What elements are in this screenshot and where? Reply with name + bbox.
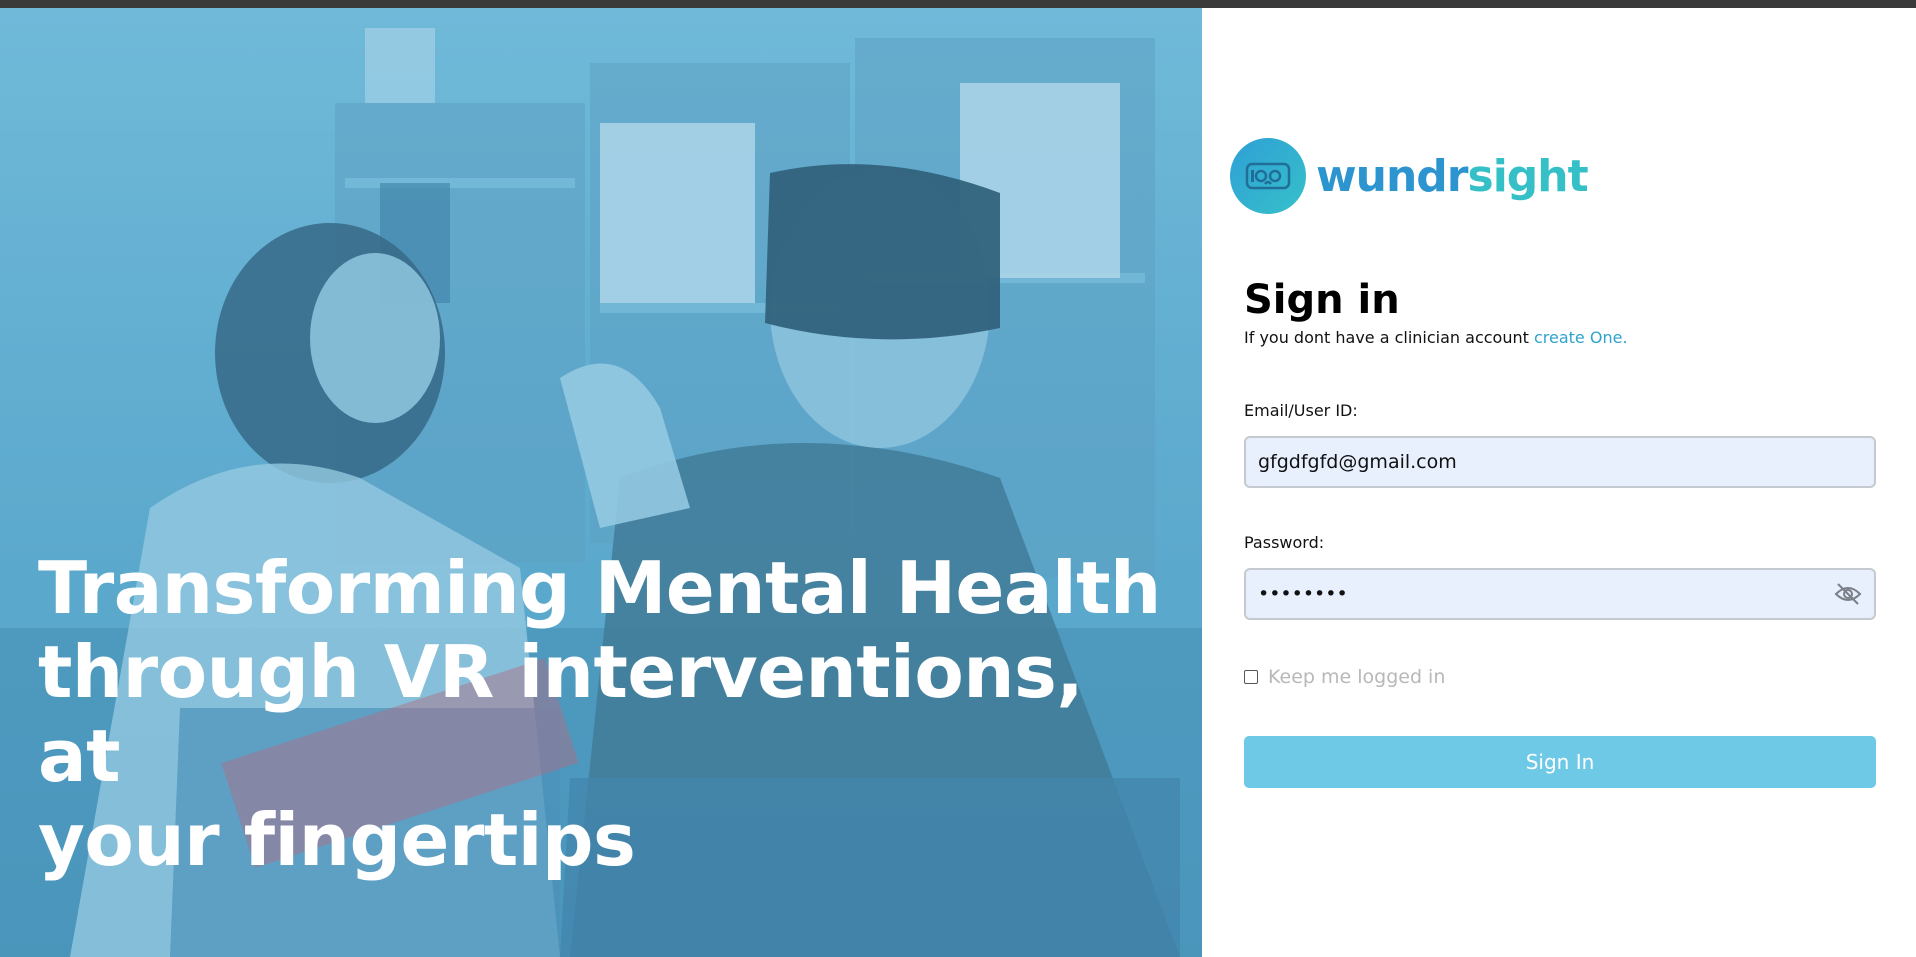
keep-logged-in-checkbox[interactable] (1244, 670, 1258, 684)
brand-logo: wundrsight (1230, 138, 1589, 214)
sign-in-form: Sign in If you dont have a clinician acc… (1244, 276, 1876, 788)
vr-headset-icon (1230, 138, 1306, 214)
brand-name: wundrsight (1316, 150, 1589, 202)
hero-panel: Transforming Mental Health through VR in… (0, 8, 1202, 957)
email-field-wrapper (1244, 436, 1876, 488)
password-label: Password: (1244, 533, 1325, 552)
sign-in-subtitle: If you dont have a clinician account cre… (1244, 328, 1876, 348)
password-field[interactable] (1256, 582, 1832, 606)
brand-name-part-2: sight (1467, 150, 1589, 202)
brand-name-part-1: wundr (1316, 150, 1468, 202)
create-account-link[interactable]: create One. (1534, 328, 1628, 347)
sign-in-panel: wundrsight Sign in If you dont have a cl… (1202, 8, 1916, 957)
browser-top-bar (0, 0, 1916, 8)
password-field-wrapper (1244, 568, 1876, 620)
eye-off-icon[interactable] (1832, 578, 1864, 610)
hero-headline-line-3: your fingertips (38, 798, 636, 882)
email-field[interactable] (1256, 450, 1864, 474)
keep-logged-in-label: Keep me logged in (1268, 666, 1446, 688)
email-label: Email/User ID: (1244, 401, 1358, 420)
keep-logged-in-row[interactable]: Keep me logged in (1244, 666, 1445, 688)
subtitle-text: If you dont have a clinician account (1244, 328, 1534, 347)
hero-headline-line-2: through VR interventions, at (38, 630, 1084, 798)
page-title: Sign in (1244, 277, 1400, 323)
hero-headline-line-1: Transforming Mental Health (38, 546, 1161, 630)
sign-in-button[interactable]: Sign In (1244, 736, 1876, 788)
hero-headline: Transforming Mental Health through VR in… (38, 546, 1178, 882)
